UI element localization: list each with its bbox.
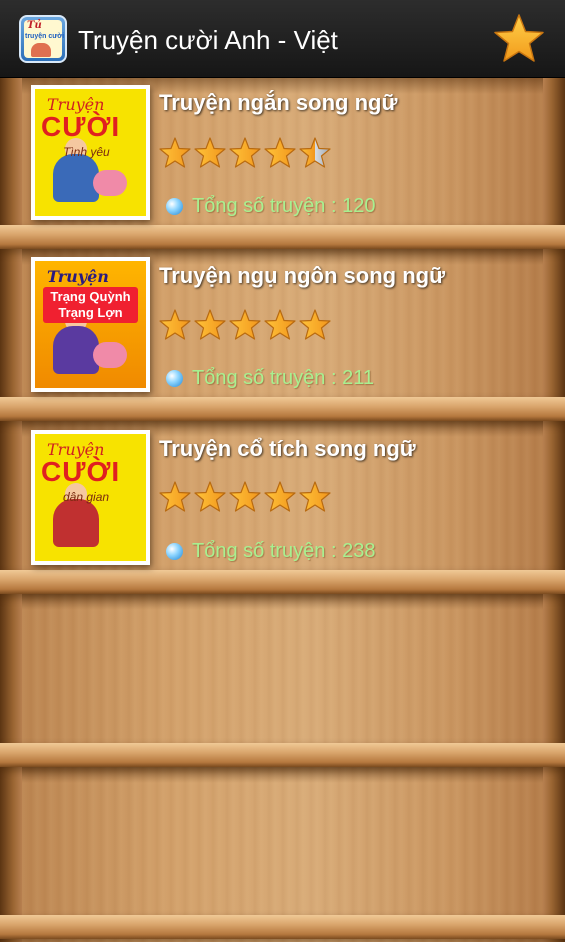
book-cover[interactable]: Truyện Trạng Quỳnh Trạng Lợn [31, 257, 150, 392]
shelf-side-left [0, 78, 22, 942]
shelf-plank [0, 915, 565, 939]
shelf-plank [0, 570, 565, 594]
book-title[interactable]: Truyện ngụ ngôn song ngữ [159, 262, 445, 290]
rating-stars [158, 308, 332, 344]
star-filled-icon [299, 481, 331, 512]
book-title[interactable]: Truyện cổ tích song ngữ [159, 435, 416, 463]
star-filled-icon [264, 481, 296, 512]
cover-heart-shape [93, 170, 127, 196]
cover-figure [53, 326, 99, 374]
story-count-label: Tổng số truyện : 238 [192, 540, 376, 562]
shelf-plank [0, 225, 565, 249]
cover-title-line2: CƯỜI [41, 111, 121, 142]
cover-figure [53, 154, 99, 202]
star-filled-icon [264, 309, 296, 340]
shelf-side-right [543, 78, 565, 942]
star-filled-icon [194, 481, 226, 512]
bullet-icon [166, 197, 183, 215]
app-title: Truyện cười Anh - Việt [78, 25, 338, 55]
book-cover-art: Truyện CƯỜI Tình yêu [35, 89, 146, 216]
app-logo-text-top: Tủ [27, 20, 42, 31]
book-cover[interactable]: Truyện CƯỜI dân gian [31, 430, 150, 565]
cover-pig-shape [93, 342, 127, 368]
star-filled-icon [159, 309, 191, 340]
star-filled-icon [159, 481, 191, 512]
rating-stars [158, 136, 332, 172]
cover-title-line3: dân gian [63, 490, 110, 504]
star-filled-icon [194, 137, 226, 168]
cover-title-line1: Truyện [47, 267, 109, 286]
story-count-label: Tổng số truyện : 211 [192, 367, 374, 389]
shelf-plank [0, 743, 565, 767]
shelf-plank-shadow [22, 594, 543, 610]
star-half-icon [299, 137, 331, 168]
app-logo-figure [31, 43, 51, 57]
star-filled-icon [229, 137, 261, 168]
book-title[interactable]: Truyện ngắn song ngữ [159, 89, 397, 117]
cover-title-line3: Tình yêu [63, 145, 110, 159]
book-cover[interactable]: Truyện CƯỜI Tình yêu [31, 85, 150, 220]
star-filled-icon [229, 309, 261, 340]
story-count: Tổng số truyện : 238 [166, 539, 375, 563]
star-filled-icon [194, 309, 226, 340]
app-logo-icon[interactable]: Tủ truyện cười [19, 15, 67, 63]
story-count: Tổng số truyện : 120 [166, 194, 375, 218]
rating-stars [158, 480, 332, 516]
cover-figure [53, 499, 99, 547]
star-filled-icon [264, 137, 296, 168]
cover-title-line2: CƯỜI [41, 456, 121, 487]
bullet-icon [166, 542, 183, 560]
story-count: Tổng số truyện : 211 [166, 366, 374, 390]
action-bar: Tủ truyện cười Truyện cười Anh - Việt [0, 0, 565, 78]
star-icon[interactable] [492, 12, 546, 66]
star-filled-icon [159, 137, 191, 168]
shelf-plank [0, 397, 565, 421]
cover-title-line2: Trạng Quỳnh Trạng Lợn [43, 287, 138, 323]
app-logo-text-bottom: truyện cười [25, 33, 65, 40]
star-filled-icon [229, 481, 261, 512]
story-count-label: Tổng số truyện : 120 [192, 195, 376, 217]
book-cover-art: Truyện CƯỜI dân gian [35, 434, 146, 561]
star-filled-icon [299, 309, 331, 340]
shelf-plank-shadow [22, 767, 543, 783]
book-cover-art: Truyện Trạng Quỳnh Trạng Lợn [35, 261, 146, 388]
bullet-icon [166, 369, 183, 387]
